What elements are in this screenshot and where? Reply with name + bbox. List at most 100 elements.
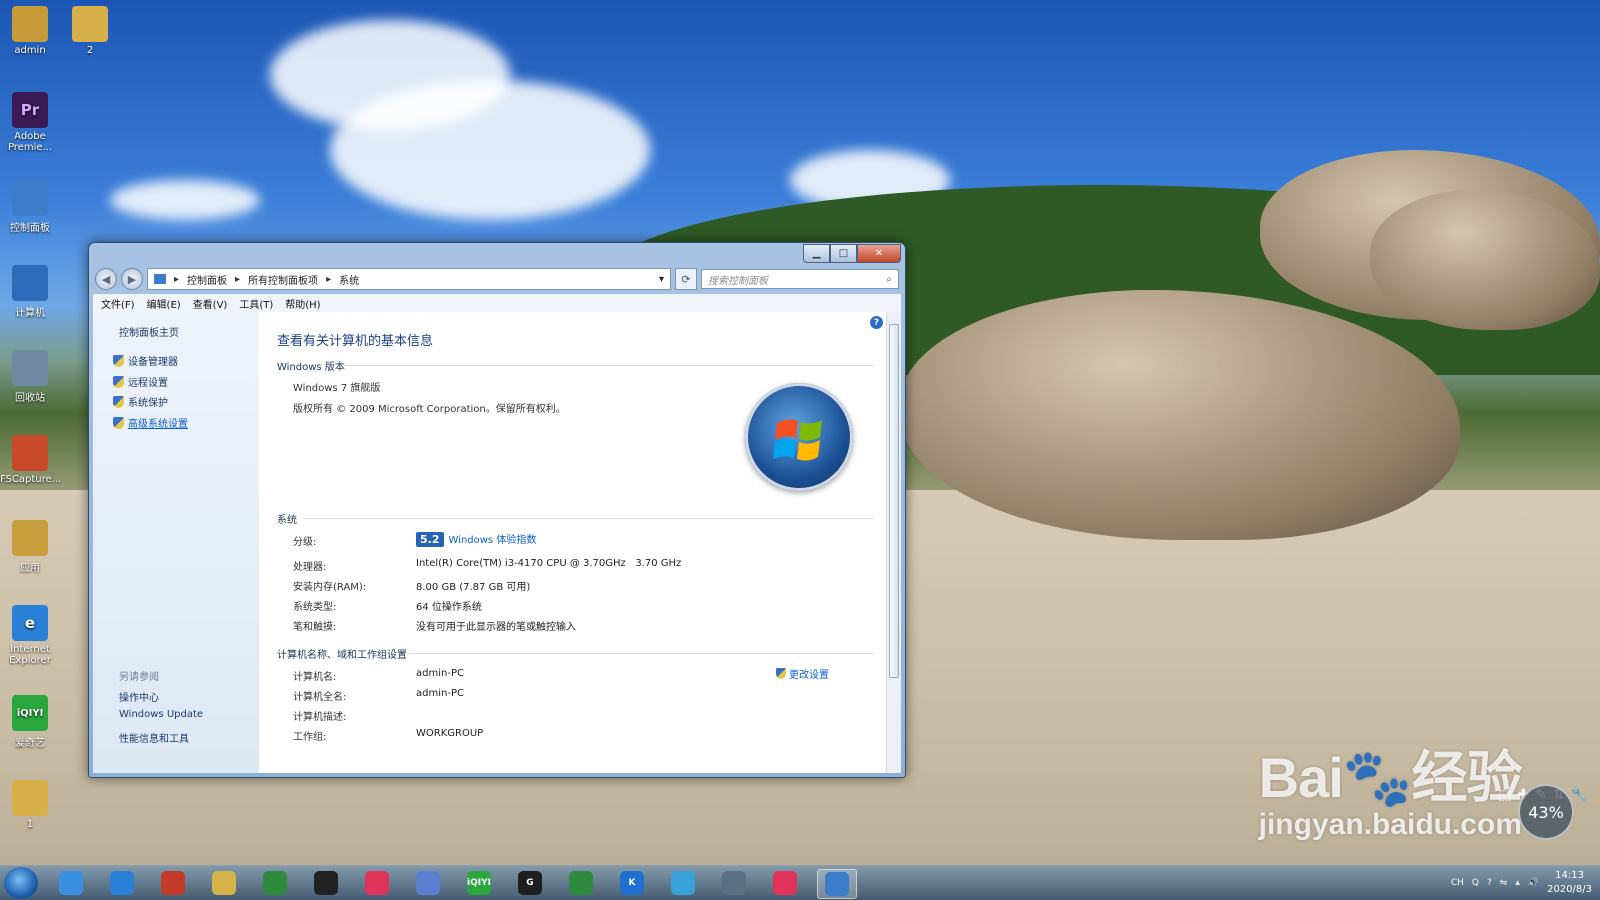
- refresh-button[interactable]: ⟳: [675, 268, 697, 290]
- shield-icon: [113, 395, 124, 408]
- excel-green-icon: [263, 871, 287, 895]
- control-panel-icon: [154, 274, 166, 284]
- menu-help[interactable]: 帮助(H): [285, 296, 320, 311]
- ram-label: 安装内存(RAM):: [293, 582, 367, 593]
- menu-bar: 文件(F) 编辑(E) 查看(V) 工具(T) 帮助(H): [93, 294, 901, 312]
- sidebar-item-system-protection[interactable]: 系统保护: [113, 394, 168, 409]
- ie-icon: [110, 871, 134, 895]
- watermark-bai: Bai: [1258, 746, 1344, 809]
- maximize-button[interactable]: □: [830, 244, 857, 263]
- desktop-icon-admin[interactable]: admin: [0, 6, 60, 56]
- volume-icon[interactable]: 🔊: [1528, 878, 1539, 888]
- copyright-text: 版权所有 © 2009 Microsoft Corporation。保留所有权利…: [293, 404, 566, 415]
- taskbar-baidu-netdisk-button[interactable]: [52, 869, 90, 897]
- sidebar-item-home[interactable]: 控制面板主页: [119, 324, 179, 339]
- taskbar-control-panel-button[interactable]: [817, 869, 857, 899]
- taskbar-excel-green-button[interactable]: [256, 869, 294, 897]
- help-icon[interactable]: ?: [870, 316, 883, 329]
- sidebar: 控制面板主页 设备管理器 远程设置 系统保护 高级系统设置 另请参阅 操作中心 …: [93, 312, 259, 773]
- scrollbar-thumb[interactable]: [889, 324, 899, 678]
- start-button[interactable]: [4, 867, 38, 899]
- desktop-icon-premiere[interactable]: Pr Adobe Premie...: [0, 92, 60, 153]
- vertical-scrollbar[interactable]: [886, 312, 901, 773]
- edition-heading: Windows 版本: [277, 362, 345, 373]
- sidebar-item-action-center[interactable]: 操作中心: [119, 689, 159, 704]
- taskbar-kugou-button[interactable]: K: [613, 869, 651, 897]
- show-hidden-icon[interactable]: ▴: [1515, 878, 1520, 888]
- desktop-icon-fscapture[interactable]: FSCapture...: [0, 435, 61, 485]
- taskbar-iqiyi-button[interactable]: iQIYI: [460, 869, 498, 897]
- control-panel-icon: [12, 180, 48, 216]
- full-name-label: 计算机全名:: [293, 692, 347, 703]
- menu-view[interactable]: 查看(V): [193, 296, 228, 311]
- breadcrumb-control-panel[interactable]: 控制面板: [187, 272, 227, 287]
- desktop-icon-ie[interactable]: e Internet Explorer: [0, 605, 60, 666]
- chevron-down-icon[interactable]: ▾: [659, 274, 664, 285]
- main-panel: ? 查看有关计算机的基本信息 Windows 版本 Windows 7 旗舰版 …: [259, 312, 887, 773]
- taskbar-qq-button[interactable]: [307, 869, 345, 897]
- divider: [409, 653, 873, 654]
- computer-name-label: 计算机名:: [293, 672, 337, 683]
- shield-icon: [113, 416, 124, 429]
- menu-file[interactable]: 文件(F): [101, 296, 135, 311]
- experience-index-link[interactable]: Windows 体验指数: [449, 535, 537, 546]
- close-button[interactable]: ✕: [857, 244, 901, 263]
- qq-tray-icon[interactable]: Q: [1472, 878, 1479, 888]
- sidebar-item-remote-settings[interactable]: 远程设置: [113, 374, 168, 389]
- desktop-icon-apps[interactable]: 应用: [0, 520, 60, 574]
- help-tray-icon[interactable]: ?: [1487, 878, 1492, 888]
- address-bar[interactable]: ▸ 控制面板 ▸ 所有控制面板项 ▸ 系统 ▾: [147, 268, 671, 290]
- clock-time: 14:13: [1555, 870, 1584, 881]
- forward-button[interactable]: ▶: [121, 268, 143, 290]
- edition-value: Windows 7 旗舰版: [293, 383, 381, 394]
- taskbar-green-app-button[interactable]: [562, 869, 600, 897]
- desktop-icon-folder-1[interactable]: 1: [0, 780, 60, 830]
- window-content: 控制面板主页 设备管理器 远程设置 系统保护 高级系统设置 另请参阅 操作中心 …: [93, 312, 901, 773]
- sidebar-item-advanced-settings[interactable]: 高级系统设置: [113, 415, 188, 430]
- taskbar-explorer-button[interactable]: [205, 869, 243, 897]
- description-label: 计算机描述:: [293, 712, 347, 723]
- browser-icon: [722, 871, 746, 895]
- breadcrumb-system[interactable]: 系统: [339, 272, 359, 287]
- speed-indicator[interactable]: 43%: [1518, 784, 1574, 840]
- screenshot-icon[interactable]: ⬚: [1498, 787, 1511, 803]
- breadcrumb-all-items[interactable]: 所有控制面板项: [248, 272, 318, 287]
- search-input[interactable]: 搜索控制面板 ⌕: [701, 269, 899, 289]
- recycle-bin-icon: [12, 350, 48, 386]
- back-button[interactable]: ◀: [95, 268, 117, 290]
- clock[interactable]: 14:13 2020/8/3: [1547, 869, 1592, 897]
- taskbar-player-button[interactable]: [664, 869, 702, 897]
- baidu-netdisk-icon: [59, 871, 83, 895]
- taskbar-app-red-button[interactable]: [154, 869, 192, 897]
- taskbar-browser-button[interactable]: [715, 869, 753, 897]
- desktop-icon-folder-2[interactable]: 2: [60, 6, 120, 56]
- search-placeholder: 搜索控制面板: [708, 275, 768, 287]
- taskbar-ie-button[interactable]: [103, 869, 141, 897]
- change-settings-link[interactable]: 更改设置: [776, 666, 829, 681]
- language-indicator[interactable]: CH: [1451, 878, 1464, 888]
- taskbar-g-app-button[interactable]: G: [511, 869, 549, 897]
- search-icon[interactable]: ⌕: [886, 274, 892, 285]
- youku-icon: [365, 871, 389, 895]
- taskbar-youku-button[interactable]: [358, 869, 396, 897]
- taskbar-feige-button[interactable]: [409, 869, 447, 897]
- breadcrumb-separator: ▸: [174, 273, 180, 285]
- desktop-icon-control-panel[interactable]: 控制面板: [0, 180, 60, 234]
- navigation-bar: ◀ ▶ ▸ 控制面板 ▸ 所有控制面板项 ▸ 系统 ▾ ⟳ 搜索控制面板 ⌕: [95, 267, 899, 291]
- sidebar-item-performance[interactable]: 性能信息和工具: [119, 730, 189, 745]
- taskbar-youku-2-button[interactable]: [766, 869, 804, 897]
- network-icon[interactable]: ⇋: [1500, 878, 1508, 888]
- desktop-icon-recycle-bin[interactable]: 回收站: [0, 350, 60, 404]
- cpu-value: Intel(R) Core(TM) i3-4170 CPU @ 3.70GHz …: [416, 558, 682, 569]
- menu-edit[interactable]: 编辑(E): [147, 296, 181, 311]
- sidebar-item-windows-update[interactable]: Windows Update: [119, 709, 203, 720]
- folder-icon: [12, 780, 48, 816]
- wrench-icon[interactable]: 🔧: [1571, 787, 1588, 803]
- menu-tools[interactable]: 工具(T): [239, 296, 273, 311]
- sidebar-item-device-manager[interactable]: 设备管理器: [113, 353, 178, 368]
- desktop-icon-iqiyi[interactable]: iQIYI 爱奇艺: [0, 695, 60, 749]
- minimize-button[interactable]: ▁: [803, 244, 830, 263]
- desktop-icon-computer[interactable]: 计算机: [0, 265, 60, 319]
- user-folder-icon: [12, 6, 48, 42]
- rating-value: 5.2 Windows 体验指数: [416, 531, 536, 547]
